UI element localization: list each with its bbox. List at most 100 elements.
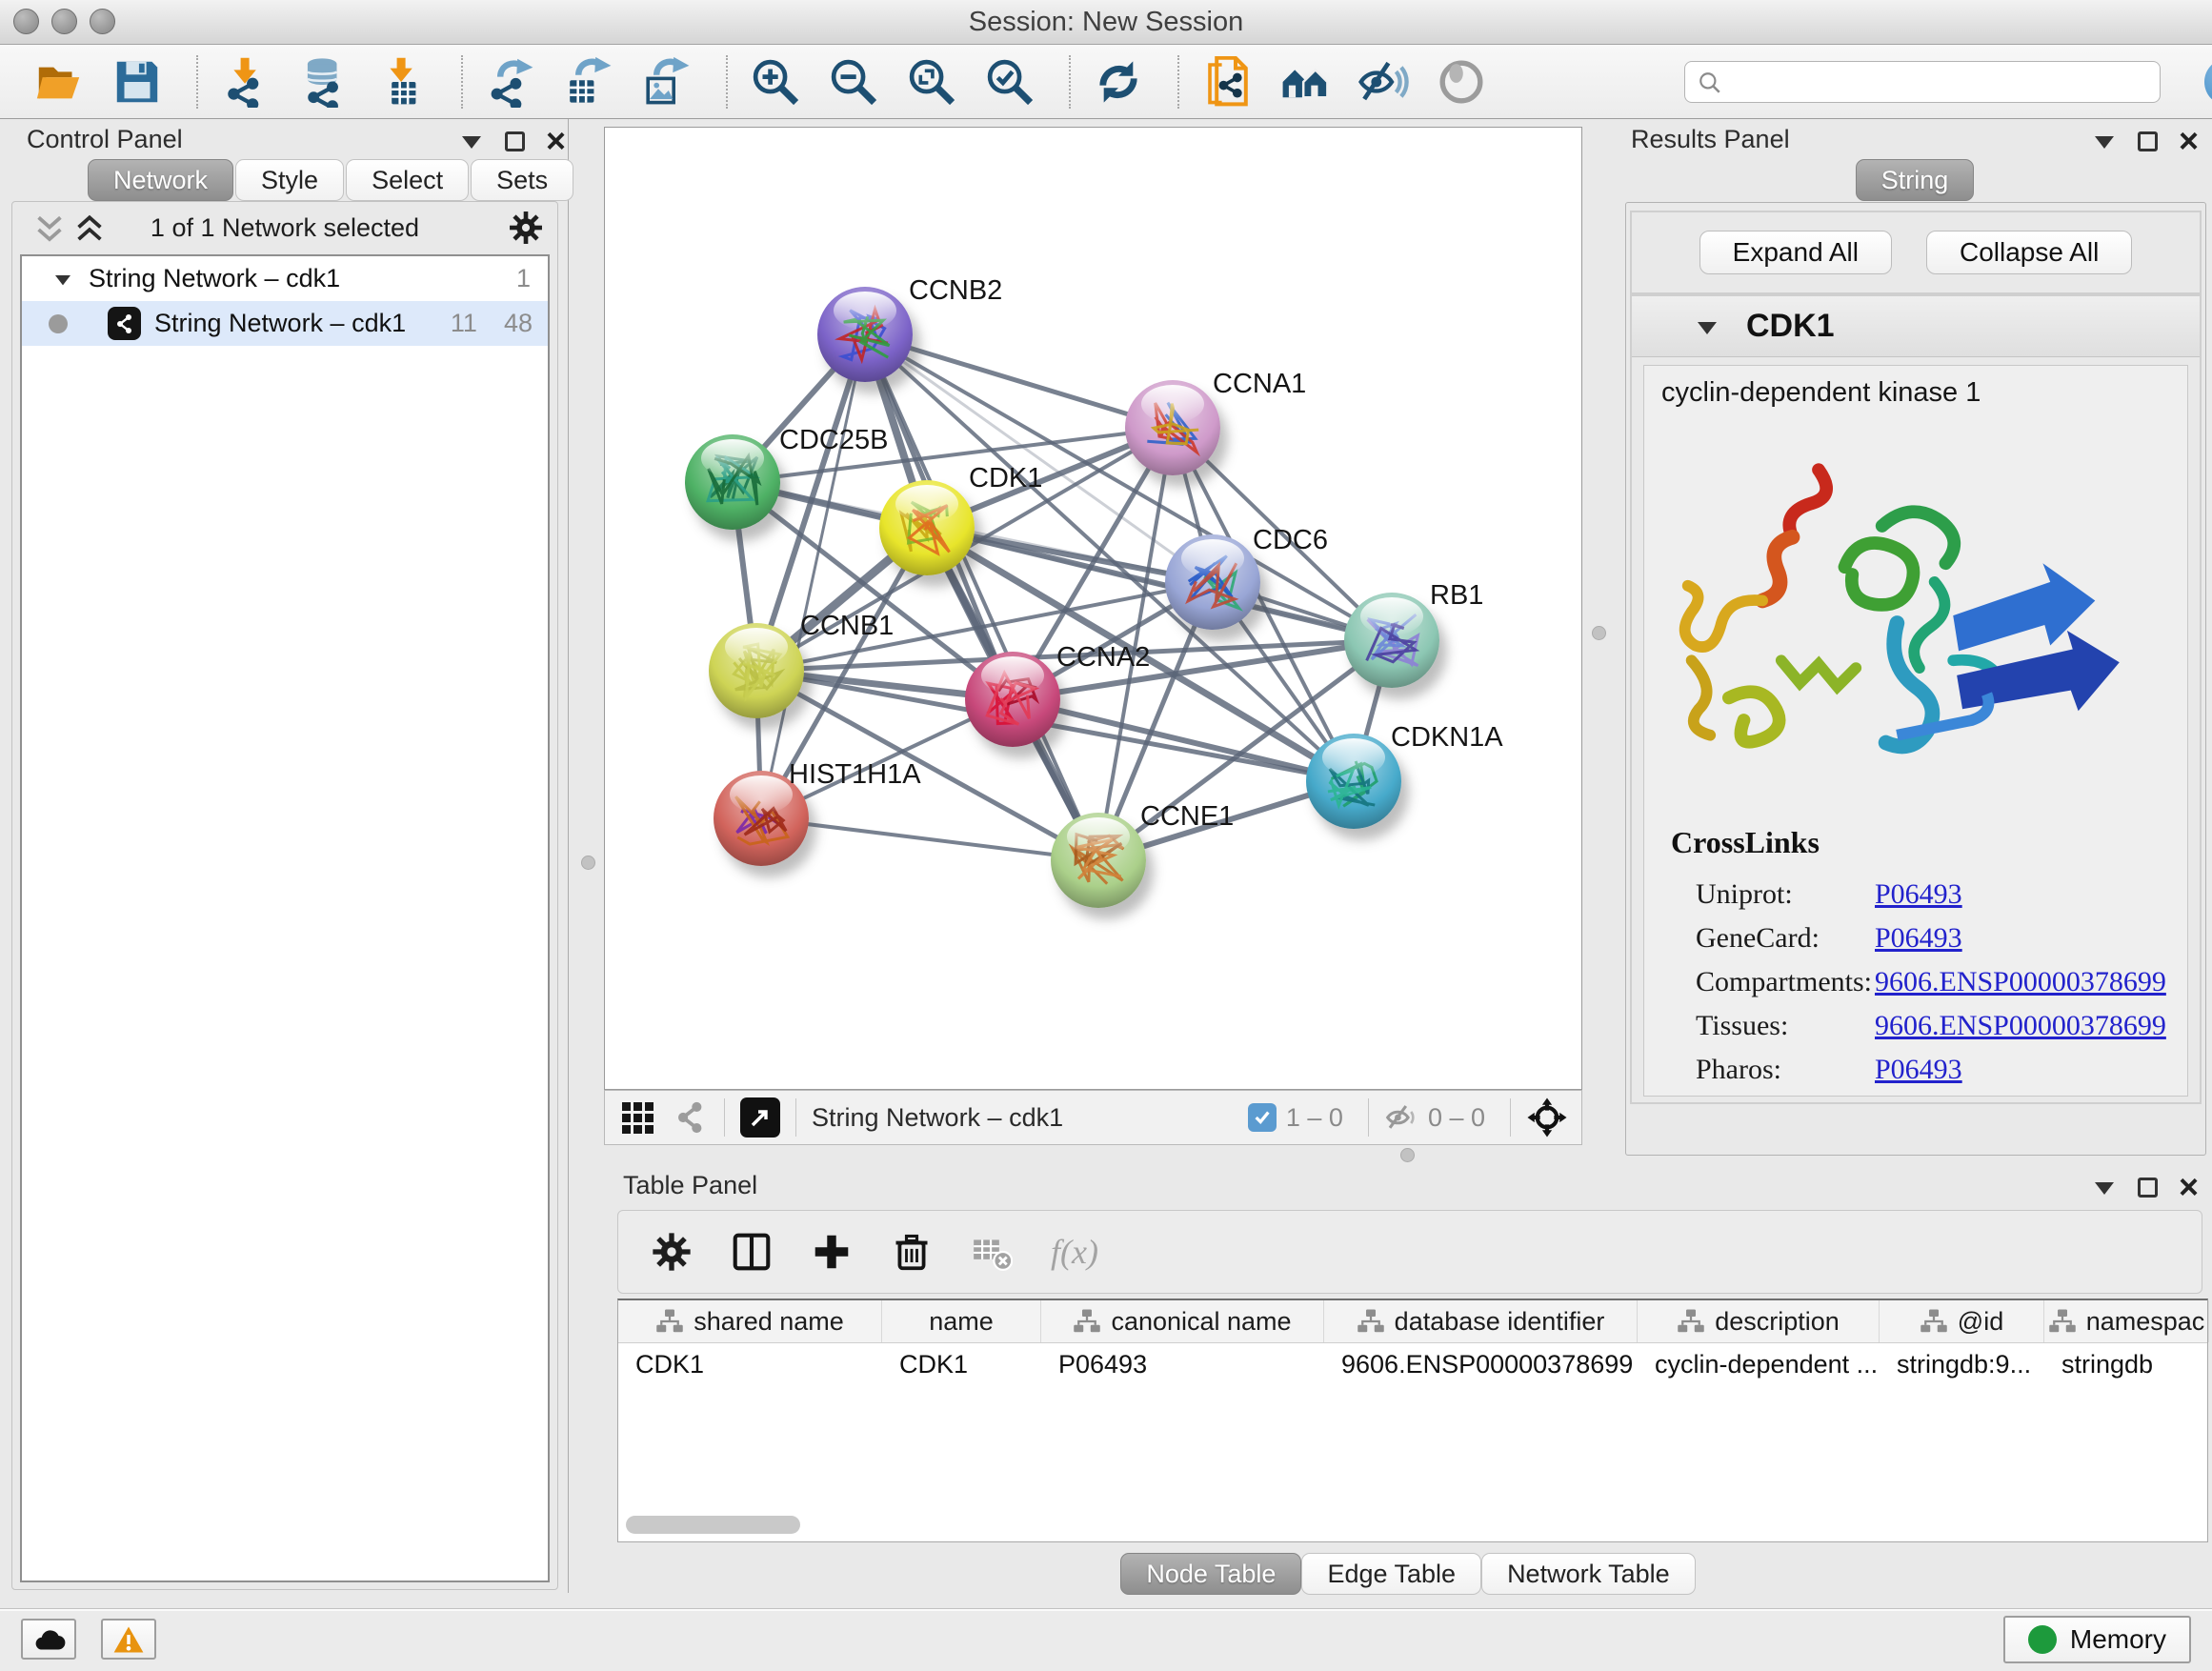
export-table-button[interactable]: [562, 53, 615, 111]
save-session-button[interactable]: [111, 53, 164, 111]
tab-select[interactable]: Select: [346, 159, 469, 201]
table-cell-canonical-name[interactable]: P06493: [1041, 1343, 1324, 1386]
network-options-gear-icon[interactable]: [508, 210, 544, 246]
inactive-sphere-button[interactable]: [1435, 53, 1488, 111]
left-splitter-handle[interactable]: [581, 856, 595, 870]
right-splitter-handle[interactable]: [1592, 626, 1606, 640]
crosslink-value[interactable]: P06493: [1875, 878, 1962, 911]
graph-node-CDK1[interactable]: [879, 480, 975, 575]
graph-edge-CCNE1-HIST1H1A[interactable]: [761, 818, 1098, 860]
expand-all-button[interactable]: Expand All: [1699, 231, 1892, 274]
network-label: String Network – cdk1: [154, 309, 406, 338]
tab-sets[interactable]: Sets: [471, 159, 573, 201]
share-session-file-button[interactable]: [1200, 53, 1254, 111]
network-view-canvas[interactable]: CCNB2CCNA1CDC25BCDK1CDC6RB1CCNB1CCNA2CDK…: [604, 127, 1582, 1090]
table-row[interactable]: CDK1CDK1P064939606.ENSP00000378699cyclin…: [618, 1343, 2207, 1386]
node-structure-thumbnail: [1306, 734, 1401, 829]
panel-menu-icon[interactable]: [2092, 129, 2117, 153]
column-header-canonical-name[interactable]: canonical name: [1041, 1300, 1324, 1342]
crosslink-value[interactable]: P06493: [1875, 922, 1962, 955]
table-h-scrollbar[interactable]: [626, 1516, 800, 1534]
delete-column-trash-icon[interactable]: [891, 1231, 933, 1273]
import-table-file-button[interactable]: [375, 53, 429, 111]
table-options-gear-icon[interactable]: [651, 1231, 693, 1273]
column-header-description[interactable]: description: [1638, 1300, 1880, 1342]
cloud-button[interactable]: [21, 1619, 76, 1660]
memory-button[interactable]: Memory: [2003, 1616, 2191, 1663]
graph-node-CDKN1A[interactable]: [1306, 734, 1401, 829]
table-cell-description[interactable]: cyclin-dependent ...: [1638, 1343, 1880, 1386]
import-network-file-button[interactable]: [219, 53, 272, 111]
node-structure-thumbnail: [1165, 534, 1260, 630]
graph-node-CCNB2[interactable]: [817, 287, 913, 382]
selected-checkbox[interactable]: [1248, 1103, 1277, 1132]
table-cell-shared-name[interactable]: CDK1: [618, 1343, 882, 1386]
tab-edge-table[interactable]: Edge Table: [1301, 1553, 1481, 1595]
tab-node-table[interactable]: Node Table: [1120, 1553, 1301, 1595]
tab-string[interactable]: String: [1856, 159, 1975, 201]
graph-node-CCNA1[interactable]: [1125, 380, 1220, 475]
network-row-selected[interactable]: String Network – cdk1 11 48: [22, 301, 548, 346]
tab-network[interactable]: Network: [88, 159, 233, 201]
graph-node-CCNB1[interactable]: [709, 623, 804, 718]
zoom-fit-button[interactable]: [905, 53, 958, 111]
warning-button[interactable]: [101, 1619, 156, 1660]
export-image-button[interactable]: [640, 53, 694, 111]
footer-separator: [724, 1098, 725, 1137]
graph-node-CCNA2[interactable]: [965, 652, 1060, 747]
panel-menu-icon[interactable]: [2092, 1175, 2117, 1199]
crosslink-value[interactable]: 9606.ENSP00000378699: [1875, 1010, 2166, 1042]
crosslink-value[interactable]: P06493: [1875, 1054, 1962, 1086]
panel-menu-icon[interactable]: [459, 129, 484, 153]
graph-node-CDC6[interactable]: [1165, 534, 1260, 630]
graph-edge-CCNB2-HIST1H1A[interactable]: [761, 334, 865, 818]
zoom-selected-button[interactable]: [983, 53, 1036, 111]
collapse-all-button[interactable]: Collapse All: [1926, 231, 2132, 274]
panel-close-icon[interactable]: ×: [2179, 129, 2199, 153]
collection-expand-icon[interactable]: [53, 269, 73, 289]
import-network-database-button[interactable]: [297, 53, 351, 111]
network-collection-row[interactable]: String Network – cdk1 1: [22, 256, 548, 301]
panel-close-icon[interactable]: ×: [546, 129, 566, 153]
hide-panels-button[interactable]: [1357, 53, 1410, 111]
share-view-icon[interactable]: [673, 1099, 709, 1136]
zoom-out-button[interactable]: [827, 53, 880, 111]
crosslink-value[interactable]: 9606.ENSP00000378699: [1875, 966, 2166, 998]
string-home-button[interactable]: [1278, 53, 1332, 111]
column-header-database-identifier[interactable]: database identifier: [1324, 1300, 1638, 1342]
create-column-plus-icon[interactable]: [811, 1231, 853, 1273]
network-edge-count: 48: [504, 309, 533, 338]
function-builder-fx-disabled: f(x): [1051, 1232, 1098, 1272]
column-header-name[interactable]: name: [882, 1300, 1041, 1342]
graph-node-CCNE1[interactable]: [1051, 813, 1146, 908]
tab-network-table[interactable]: Network Table: [1481, 1553, 1696, 1595]
column-header--id[interactable]: @id: [1880, 1300, 2044, 1342]
cdk1-section-header[interactable]: CDK1: [1632, 296, 2200, 357]
help-button[interactable]: ?: [2204, 58, 2212, 106]
table-cell--id[interactable]: stringdb:9...: [1880, 1343, 2044, 1386]
grid-view-icon[interactable]: [622, 1102, 654, 1134]
table-cell-name[interactable]: CDK1: [882, 1343, 1041, 1386]
column-header-shared-name[interactable]: shared name: [618, 1300, 882, 1342]
birds-eye-view-button[interactable]: [740, 1097, 780, 1137]
show-columns-icon[interactable]: [731, 1231, 773, 1273]
tab-style[interactable]: Style: [235, 159, 344, 201]
bottom-splitter-handle[interactable]: [1400, 1148, 1415, 1162]
graph-node-RB1[interactable]: [1344, 593, 1439, 688]
hidden-eye-icon[interactable]: [1384, 1100, 1418, 1135]
open-session-button[interactable]: [32, 53, 86, 111]
table-cell-namespac[interactable]: stringdb: [2044, 1343, 2209, 1386]
panel-float-icon[interactable]: [2138, 131, 2158, 151]
search-input[interactable]: [1684, 61, 2161, 103]
export-network-button[interactable]: [484, 53, 537, 111]
panel-float-icon[interactable]: [2138, 1178, 2158, 1198]
section-collapse-icon[interactable]: [1695, 314, 1719, 339]
zoom-in-button[interactable]: [749, 53, 802, 111]
panel-float-icon[interactable]: [505, 131, 525, 151]
graph-node-CDC25B[interactable]: [685, 434, 780, 530]
apply-layout-button[interactable]: [1092, 53, 1145, 111]
table-cell-database-identifier[interactable]: 9606.ENSP00000378699: [1324, 1343, 1638, 1386]
column-header-namespac[interactable]: namespac: [2044, 1300, 2209, 1342]
panel-close-icon[interactable]: ×: [2179, 1175, 2199, 1199]
crosshair-icon[interactable]: [1526, 1097, 1568, 1138]
